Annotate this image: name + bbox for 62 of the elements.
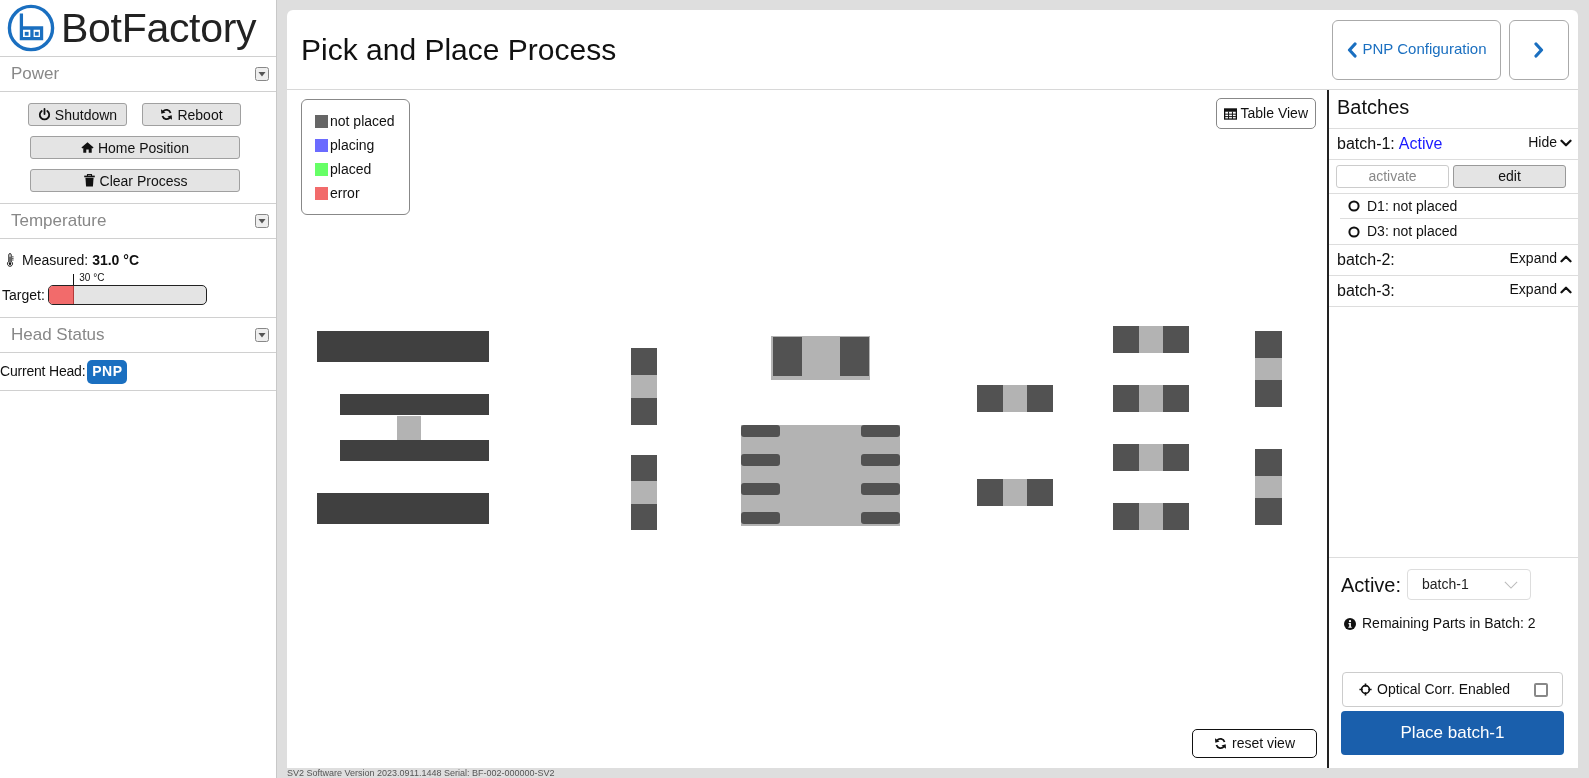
section-title: Power [11,63,60,86]
place-button[interactable]: Place batch-1 [1341,711,1564,755]
reboot-button[interactable]: Reboot [142,103,241,126]
collapse-icon[interactable] [255,328,269,342]
chevron-up-icon [1560,285,1572,294]
info-icon [1344,617,1356,630]
table-icon [1223,107,1237,120]
part-status: D3: not placed [1367,222,1458,241]
expand-toggle[interactable]: Expand [1509,279,1572,300]
table-view-button[interactable]: Table View [1215,98,1316,129]
expand-toggle[interactable]: Expand [1509,248,1572,269]
chevron-up-icon [1560,254,1572,263]
measured-value: 31.0 °C [92,250,139,270]
collapse-icon[interactable] [255,214,269,228]
chevron-right-icon [1534,41,1544,58]
version-text: SV2 Software Version 2023.0911.1448 Serial: BF-002-000000-SV2 [287,768,556,778]
measured-label: Measured: [22,250,89,270]
logo-text: BotFactory [61,7,257,49]
legend-label: placed [330,159,372,179]
back-button[interactable]: PNP Configuration [1332,19,1501,80]
trash-icon [82,174,96,187]
target-reading: 30 °C [79,273,105,283]
chevron-down-icon [1504,580,1519,589]
legend-label: placing [330,135,375,155]
section-title: Head Status [11,324,105,347]
logo-icon [7,4,55,52]
reset-view-button[interactable]: reset view [1192,729,1317,758]
remaining-parts-text: Remaining Parts in Batch: 2 [1362,614,1536,633]
optical-correction-toggle[interactable]: Optical Corr. Enabled [1342,672,1563,707]
part-status: D1: not placed [1367,196,1458,216]
legend-label: not placed [330,111,395,131]
page-title: Pick and Place Process [301,32,617,68]
chevron-left-icon [1346,41,1357,58]
current-head-label: Current Head: [0,362,86,381]
batch-status: Active [1398,134,1443,154]
refresh-icon [1214,737,1227,750]
ring-icon [1348,225,1360,238]
shutdown-button[interactable]: Shutdown [28,103,127,126]
edit-button[interactable]: edit [1453,165,1566,188]
batch-name: batch-3: [1337,281,1395,301]
collapse-icon[interactable] [255,67,269,81]
checkbox[interactable] [1534,682,1548,697]
refresh-icon [160,108,174,121]
active-label: Active: [1341,572,1402,598]
ring-icon [1348,200,1360,212]
head-badge: PNP [87,359,128,384]
home-position-button[interactable]: Home Position [30,136,240,159]
panel-title: Batches [1337,95,1410,119]
target-label: Target: [2,286,45,305]
home-icon [80,141,94,154]
target-tick [73,274,75,285]
batch-name: batch-2: [1337,250,1395,270]
crosshair-icon [1359,683,1372,696]
legend-label: error [330,183,360,203]
batch-name: batch-1: [1337,134,1395,154]
batch-select[interactable]: batch-1 [1407,569,1532,600]
thermometer-icon [6,253,14,267]
clear-process-button[interactable]: Clear Process [30,169,240,192]
chevron-down-icon [1560,138,1572,147]
expand-toggle[interactable]: Hide [1528,132,1572,153]
section-title: Temperature [11,210,107,233]
power-icon [37,108,51,121]
